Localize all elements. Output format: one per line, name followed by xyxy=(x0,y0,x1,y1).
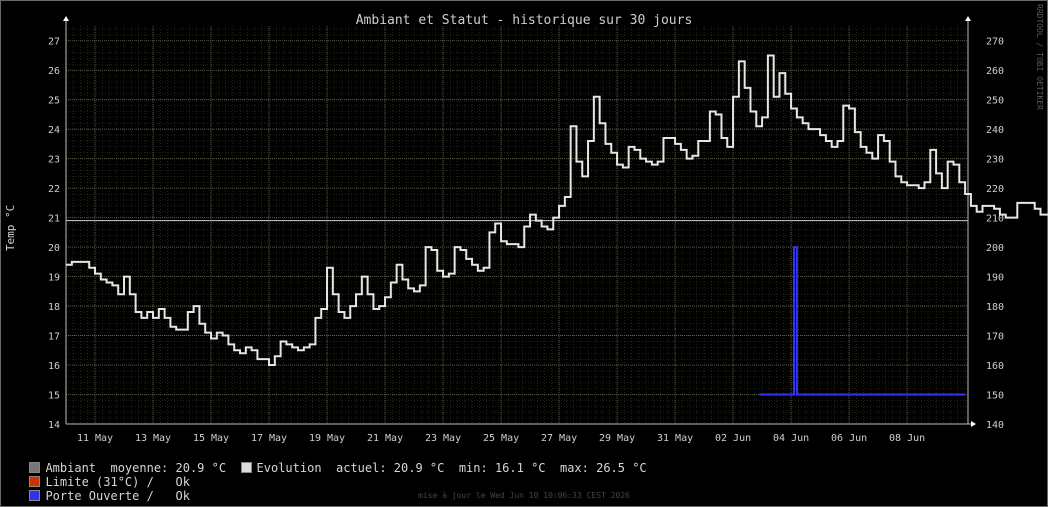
series-porte-ouverte-line xyxy=(759,246,966,396)
x-tick-label: 31 May xyxy=(657,433,693,444)
x-tick-label: 08 Jun xyxy=(889,433,925,444)
y-tick-label: 17 xyxy=(48,332,60,343)
x-tick-label: 23 May xyxy=(425,433,461,444)
x-tick-label: 21 May xyxy=(367,433,403,444)
legend-evolution: Evolution actuel: 20.9 °C min: 16.1 °C m… xyxy=(256,461,647,475)
y2-tick-label: 170 xyxy=(986,332,1004,343)
y-tick-label: 25 xyxy=(48,96,60,107)
y-tick-label: 19 xyxy=(48,273,60,284)
x-axis-arrow xyxy=(971,421,976,427)
y-tick-label: 14 xyxy=(48,420,60,431)
y-tick-label: 27 xyxy=(48,37,60,48)
y2-tick-label: 240 xyxy=(986,125,1004,136)
x-tick-label: 04 Jun xyxy=(773,433,809,444)
x-tick-label: 27 May xyxy=(541,433,577,444)
y2-axis-arrow xyxy=(965,16,971,21)
series-evolution-line xyxy=(66,54,1048,367)
y-tick-label: 20 xyxy=(48,243,60,254)
y2-tick-label: 190 xyxy=(986,273,1004,284)
y-axis-right: 1401501601701801902002102202302402502602… xyxy=(986,37,1004,431)
x-tick-label: 19 May xyxy=(309,433,345,444)
x-tick-label: 29 May xyxy=(599,433,635,444)
x-tick-label: 11 May xyxy=(77,433,113,444)
legend-swatch-evolution xyxy=(240,462,252,473)
y2-tick-label: 160 xyxy=(986,361,1004,372)
y-tick-label: 22 xyxy=(48,184,60,195)
y-tick-label: 23 xyxy=(48,155,60,166)
y-tick-label: 18 xyxy=(48,302,60,313)
x-axis: 11 May 13 May 15 May 17 May 19 May 21 May 23 M… xyxy=(77,433,925,444)
x-tick-label: 02 Jun xyxy=(715,433,751,444)
y2-tick-label: 180 xyxy=(986,302,1004,313)
y2-tick-label: 200 xyxy=(986,243,1004,254)
y2-tick-label: 140 xyxy=(986,420,1004,431)
y2-tick-label: 150 xyxy=(986,391,1004,402)
y-tick-label: 15 xyxy=(48,391,60,402)
y2-tick-label: 250 xyxy=(986,96,1004,107)
grid xyxy=(63,16,976,427)
y-axis-left: 14 15 16 17 18 19 20 21 22 23 24 25 26 27 xyxy=(48,37,60,431)
y2-tick-label: 260 xyxy=(986,66,1004,77)
y-tick-label: 24 xyxy=(48,125,60,136)
rrdtool-watermark: RRDTOOL / TOBI OETIKER xyxy=(1035,4,1044,110)
x-tick-label: 17 May xyxy=(251,433,287,444)
y2-tick-label: 220 xyxy=(986,184,1004,195)
y2-tick-label: 230 xyxy=(986,155,1004,166)
x-tick-label: 25 May xyxy=(483,433,519,444)
y-axis-arrow xyxy=(63,16,69,21)
update-timestamp: mise à jour le Wed Jun 10 10:06:33 CEST … xyxy=(418,491,630,500)
x-tick-label: 13 May xyxy=(135,433,171,444)
chart: 14 15 16 17 18 19 20 21 22 23 24 25 26 27 140 150 160 17… xyxy=(4,13,1048,444)
y2-tick-label: 270 xyxy=(986,37,1004,48)
chart-title: Ambiant et Statut - historique sur 30 jo… xyxy=(356,13,693,28)
series-lines xyxy=(66,54,1048,396)
x-tick-label: 06 Jun xyxy=(831,433,867,444)
y-tick-label: 26 xyxy=(48,66,60,77)
y-tick-label: 21 xyxy=(48,214,60,225)
y-tick-label: 16 xyxy=(48,361,60,372)
y-axis-label: Temp °C xyxy=(4,205,17,251)
x-tick-label: 15 May xyxy=(193,433,229,444)
